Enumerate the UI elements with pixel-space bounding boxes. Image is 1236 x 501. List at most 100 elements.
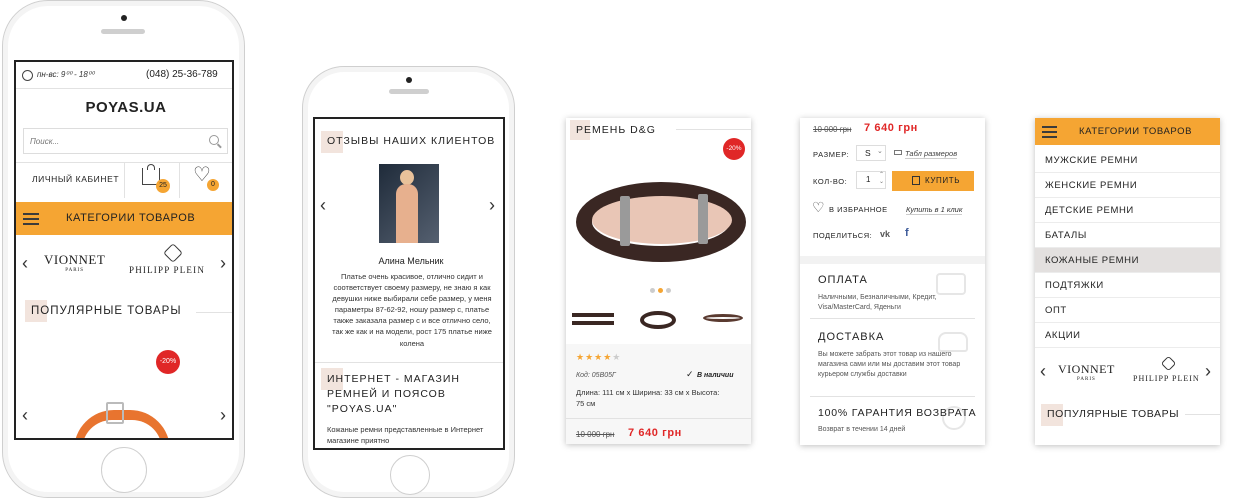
menu-item-kids-belts[interactable]: ДЕТСКИЕ РЕМНИ — [1035, 198, 1220, 223]
brand-philipp-plein[interactable]: PHILIPP PLEIN — [129, 265, 205, 275]
guarantee-title: 100% ГАРАНТИЯ ВОЗВРАТА — [818, 407, 977, 419]
phone2-screen: ОТЗЫВЫ НАШИХ КЛИЕНТОВ ‹ › Алина Мельник … — [313, 117, 505, 450]
payment-text: Наличными, Безналичными, Кредит, Visa/Ma… — [818, 294, 937, 311]
categories-label[interactable]: КАТЕГОРИИ ТОВАРОВ — [66, 212, 195, 224]
product-code: Код: 05В05Г — [576, 372, 616, 379]
vk-icon[interactable]: vk — [880, 229, 890, 239]
qty-decrease-icon[interactable]: ⌄ — [879, 178, 884, 185]
one-click-buy[interactable]: Купить в 1 клик — [906, 205, 963, 215]
purchase-card: 10 000 грн 7 640 грн РАЗМЕР: S ⌄ Табл ра… — [800, 118, 985, 445]
reviews-title: ОТЗЫВЫ НАШИХ КЛИЕНТОВ — [327, 135, 496, 147]
working-hours: пн-вс: 9⁰⁰ - 18⁰⁰ — [37, 70, 95, 79]
wallet-icon — [936, 273, 966, 295]
chevron-down-icon: ⌄ — [877, 148, 883, 155]
quantity-stepper[interactable]: 1 ⌃ ⌄ — [856, 171, 886, 189]
heart-icon[interactable]: ♡ — [812, 199, 825, 216]
carousel-dot[interactable] — [666, 288, 671, 293]
menu-item-suspenders[interactable]: ПОДТЯЖКИ — [1035, 273, 1220, 298]
wishlist-count-badge: 0 — [207, 179, 219, 191]
guarantee-text: Возврат в течении 14 дней — [818, 426, 906, 433]
cart-count-badge: 25 — [156, 179, 170, 193]
cart-icon — [912, 176, 920, 185]
brands-next-arrow[interactable]: › — [1205, 361, 1211, 382]
phone-speaker — [389, 89, 429, 94]
add-to-favorites[interactable]: В ИЗБРАННОЕ — [829, 205, 888, 214]
review-photo[interactable] — [379, 164, 439, 243]
delivery-title: ДОСТАВКА — [818, 331, 885, 343]
share-label: ПОДЕЛИТЬСЯ: — [813, 231, 873, 240]
new-price: 7 640 грн — [628, 427, 682, 439]
delivery-text: Вы можете забрать этот товар из нашего м… — [818, 351, 961, 378]
brand-philipp-plein[interactable]: PHILIPP PLEIN — [1133, 374, 1200, 383]
review-text: Платье очень красивое, отлично сидит и с… — [332, 272, 492, 348]
categories-bar[interactable]: КАТЕГОРИИ ТОВАРОВ — [16, 202, 232, 235]
product-title: РЕМЕНЬ D&G — [576, 124, 656, 136]
stock-status: В наличии — [697, 372, 734, 379]
account-link[interactable]: ЛИЧНЫЙ КАБИНЕТ — [32, 174, 119, 184]
brand-vionnet[interactable]: VIONNET PARIS — [44, 252, 105, 273]
thumbnail-2[interactable] — [635, 306, 681, 334]
size-select[interactable]: S ⌄ — [856, 145, 886, 161]
menu-item-leather-belts[interactable]: КОЖАНЫЕ РЕМНИ — [1035, 248, 1220, 273]
categories-label[interactable]: КАТЕГОРИИ ТОВАРОВ — [1079, 126, 1192, 137]
old-price: 10 000 грн — [576, 430, 615, 439]
category-list: МУЖСКИЕ РЕМНИ ЖЕНСКИЕ РЕМНИ ДЕТСКИЕ РЕМН… — [1035, 148, 1220, 348]
menu-item-womens-belts[interactable]: ЖЕНСКИЕ РЕМНИ — [1035, 173, 1220, 198]
menu-item-batals[interactable]: БАТАЛЫ — [1035, 223, 1220, 248]
size-label: РАЗМЕР: — [813, 150, 850, 159]
menu-icon[interactable] — [23, 210, 39, 228]
reviews-next-arrow[interactable]: › — [489, 195, 495, 216]
popular-title: ПОПУЛЯРНЫЕ ТОВАРЫ — [1047, 408, 1180, 420]
ruler-icon — [894, 150, 902, 155]
qty-value: 1 — [866, 175, 871, 184]
philipp-plein-logo-icon — [163, 243, 183, 263]
check-icon: ✓ — [686, 369, 694, 379]
old-price: 10 000 грн — [813, 125, 852, 134]
buy-button[interactable]: КУПИТЬ — [892, 171, 974, 191]
menu-icon[interactable] — [1042, 123, 1057, 141]
categories-bar[interactable]: КАТЕГОРИИ ТОВАРОВ — [1035, 118, 1220, 145]
shop-text: Кожаные ремни представленные в Интернет … — [327, 425, 484, 445]
new-price: 7 640 грн — [864, 122, 918, 134]
popular-title: ПОПУЛЯРНЫЕ ТОВАРЫ — [31, 305, 182, 317]
payment-title: ОПЛАТА — [818, 274, 868, 286]
brands-next-arrow[interactable]: › — [220, 253, 226, 274]
reviewer-name: Алина Мельник — [378, 256, 444, 266]
brand-vionnet[interactable]: VIONNET PARIS — [1058, 362, 1115, 382]
menu-item-wholesale[interactable]: ОПТ — [1035, 298, 1220, 323]
qty-increase-icon[interactable]: ⌃ — [879, 171, 884, 178]
site-logo[interactable]: POYAS.UA — [16, 99, 232, 116]
qty-label: КОЛ-ВО: — [813, 177, 848, 186]
reviews-prev-arrow[interactable]: ‹ — [320, 195, 326, 216]
philipp-plein-logo-icon — [1160, 355, 1177, 372]
phone-speaker — [101, 29, 145, 34]
products-next-arrow[interactable]: › — [220, 405, 226, 426]
search-box[interactable] — [23, 128, 228, 154]
categories-menu-card: КАТЕГОРИИ ТОВАРОВ МУЖСКИЕ РЕМНИ ЖЕНСКИЕ … — [1035, 118, 1220, 445]
phone-camera — [121, 15, 127, 21]
carousel-dot-active[interactable] — [658, 288, 663, 293]
brands-prev-arrow[interactable]: ‹ — [1040, 361, 1046, 382]
carousel-dot[interactable] — [650, 288, 655, 293]
size-table-link[interactable]: Табл размеров — [905, 149, 958, 159]
products-prev-arrow[interactable]: ‹ — [22, 405, 28, 426]
home-button[interactable] — [101, 447, 147, 493]
menu-item-sales[interactable]: АКЦИИ — [1035, 323, 1220, 348]
home-button[interactable] — [390, 455, 430, 495]
thumbnail-3[interactable] — [700, 306, 746, 334]
phone-number[interactable]: (048) 25-36-789 — [146, 69, 218, 80]
brands-prev-arrow[interactable]: ‹ — [22, 253, 28, 274]
phone1-screen: пн-вс: 9⁰⁰ - 18⁰⁰ (048) 25-36-789 POYAS.… — [14, 60, 234, 440]
search-input[interactable] — [24, 129, 194, 153]
shop-title: ИНТЕРНЕТ - МАГАЗИН РЕМНЕЙ И ПОЯСОВ "POYA… — [327, 373, 460, 415]
menu-item-mens-belts[interactable]: МУЖСКИЕ РЕМНИ — [1035, 148, 1220, 173]
facebook-icon[interactable]: f — [905, 227, 909, 239]
car-icon — [938, 332, 968, 352]
clock-icon — [22, 70, 33, 81]
product-image-belt[interactable] — [572, 176, 748, 266]
discount-badge: -20% — [723, 138, 745, 160]
thumbnail-1[interactable] — [570, 306, 616, 334]
size-value: S — [865, 148, 871, 158]
product-dimensions: Длина: 111 см х Ширина: 33 см х Высота: … — [576, 388, 720, 408]
rating-stars: ★★★★★ — [576, 352, 622, 362]
